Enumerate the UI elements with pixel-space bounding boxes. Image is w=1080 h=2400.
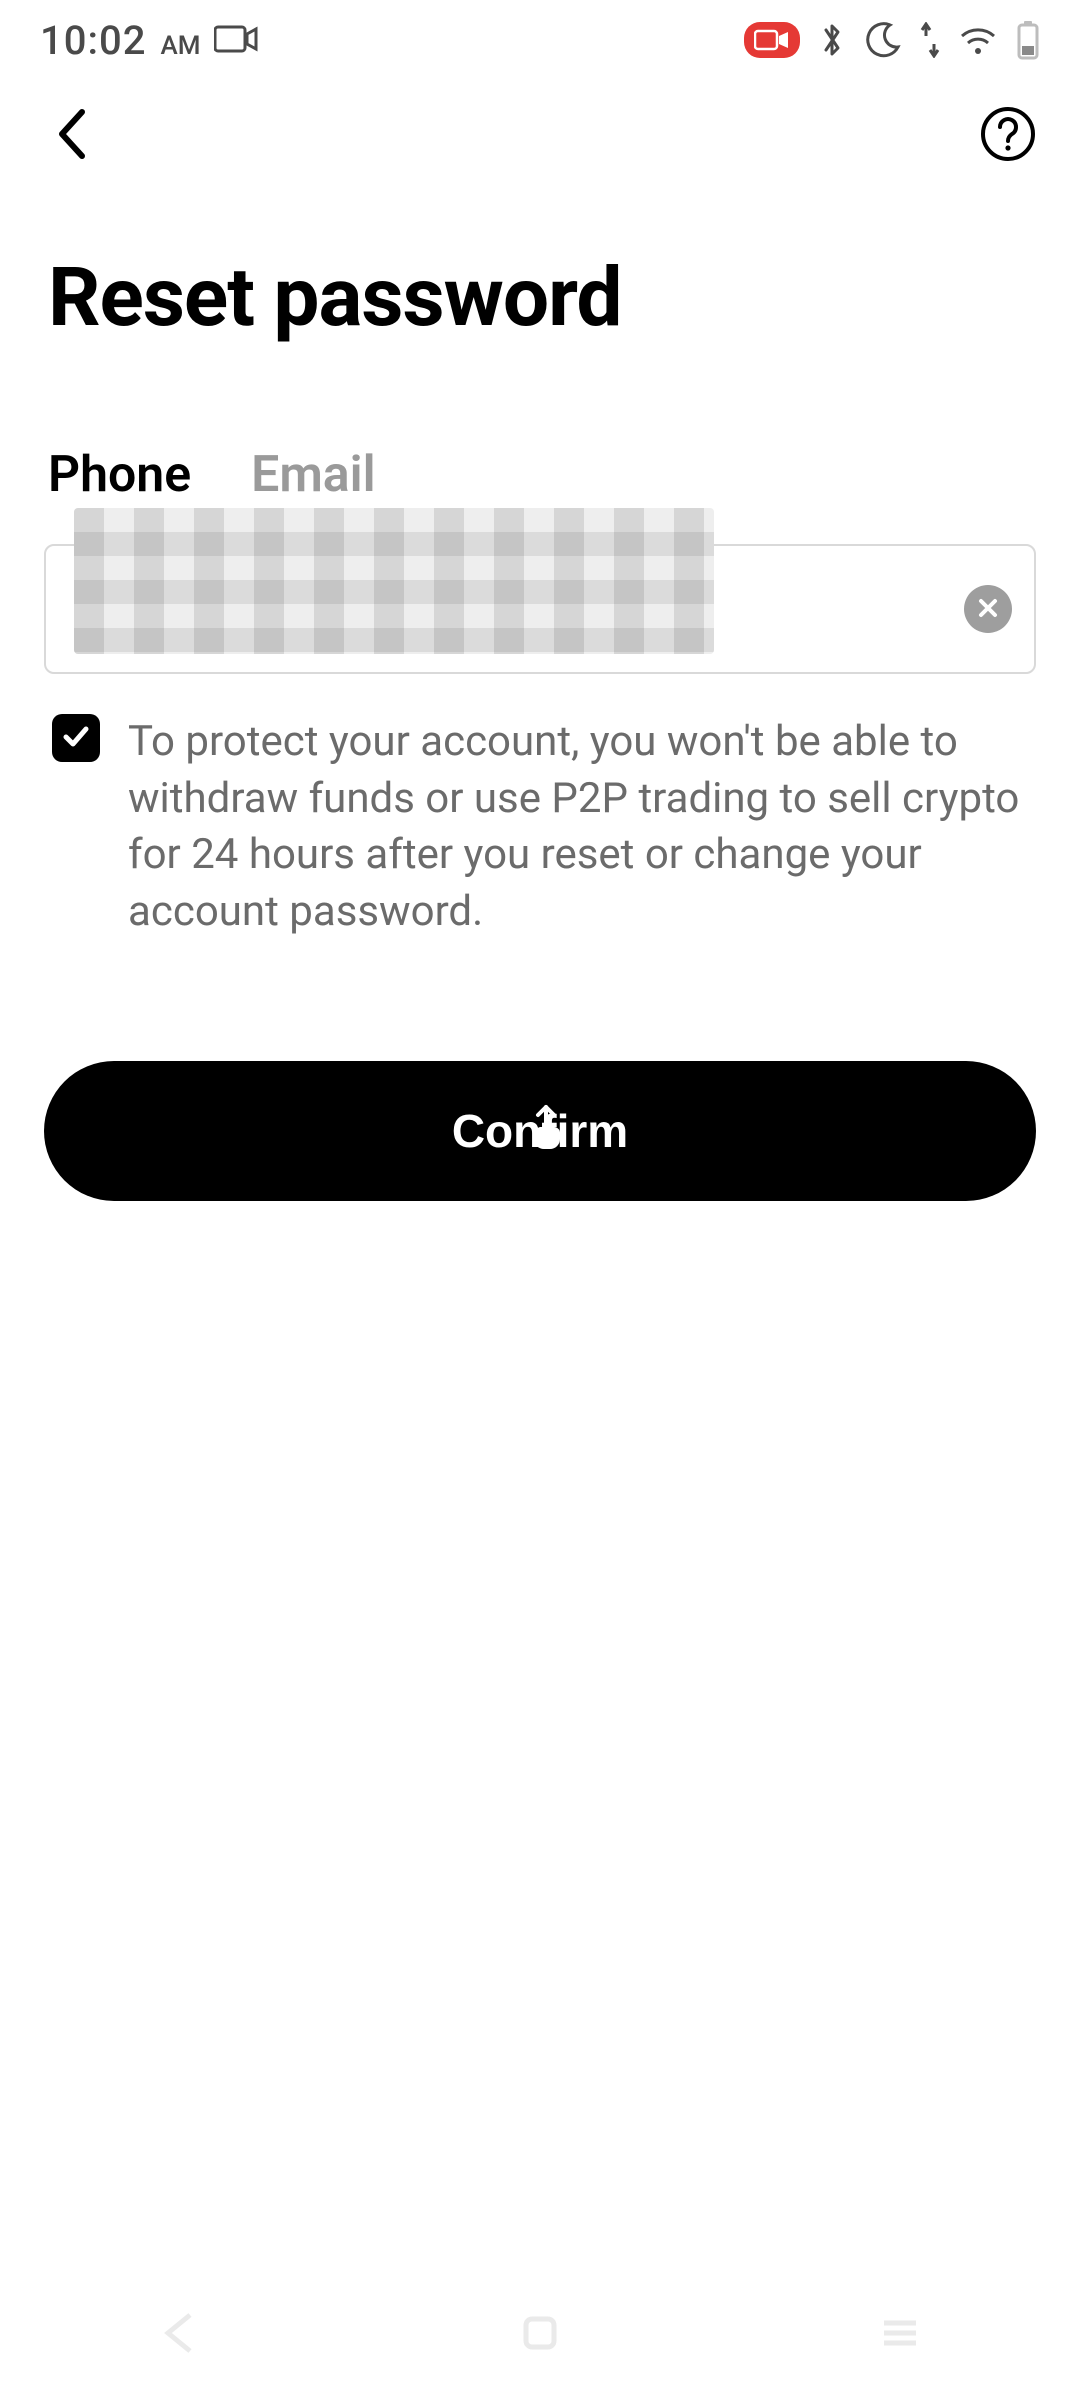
system-nav: [0, 2300, 1080, 2370]
close-icon: [976, 596, 1000, 623]
confirm-button[interactable]: Confirm: [44, 1061, 1036, 1201]
back-button[interactable]: [40, 103, 104, 167]
status-left: 10:02 AM: [40, 17, 258, 64]
wifi-icon: [958, 24, 998, 56]
tab-email[interactable]: Email: [251, 446, 375, 504]
status-right: [744, 20, 1040, 60]
tab-phone[interactable]: Phone: [48, 446, 191, 504]
sysnav-back-icon[interactable]: [150, 2303, 210, 2367]
record-pill-icon: [744, 22, 800, 58]
disclaimer-text: To protect your account, you won't be ab…: [128, 714, 1032, 941]
status-bar: 10:02 AM: [0, 0, 1080, 80]
bluetooth-icon: [818, 20, 846, 60]
clear-input-button[interactable]: [964, 585, 1012, 633]
disclaimer-checkbox[interactable]: [52, 714, 100, 762]
question-circle-icon: [979, 105, 1037, 166]
data-arrows-icon: [920, 22, 940, 58]
page-title: Reset password: [0, 190, 1080, 366]
phone-input-box: [44, 544, 1036, 674]
help-button[interactable]: [976, 103, 1040, 167]
screen: 10:02 AM: [0, 0, 1080, 2400]
sysnav-recents-icon[interactable]: [870, 2303, 930, 2367]
confirm-label: Confirm: [452, 1104, 628, 1158]
moon-icon: [864, 21, 902, 59]
disclaimer-row: To protect your account, you won't be ab…: [0, 674, 1080, 941]
status-time: 10:02: [40, 17, 146, 64]
sysnav-home-icon[interactable]: [510, 2303, 570, 2367]
phone-input-wrapper: [44, 544, 1036, 674]
chevron-left-icon: [52, 106, 92, 165]
battery-icon: [1016, 20, 1040, 60]
check-icon: [60, 720, 92, 756]
nav-bar: [0, 80, 1080, 190]
tabs: Phone Email: [0, 366, 1080, 524]
phone-input[interactable]: [70, 546, 934, 672]
camera-icon: [214, 24, 258, 54]
status-ampm: AM: [160, 31, 200, 61]
